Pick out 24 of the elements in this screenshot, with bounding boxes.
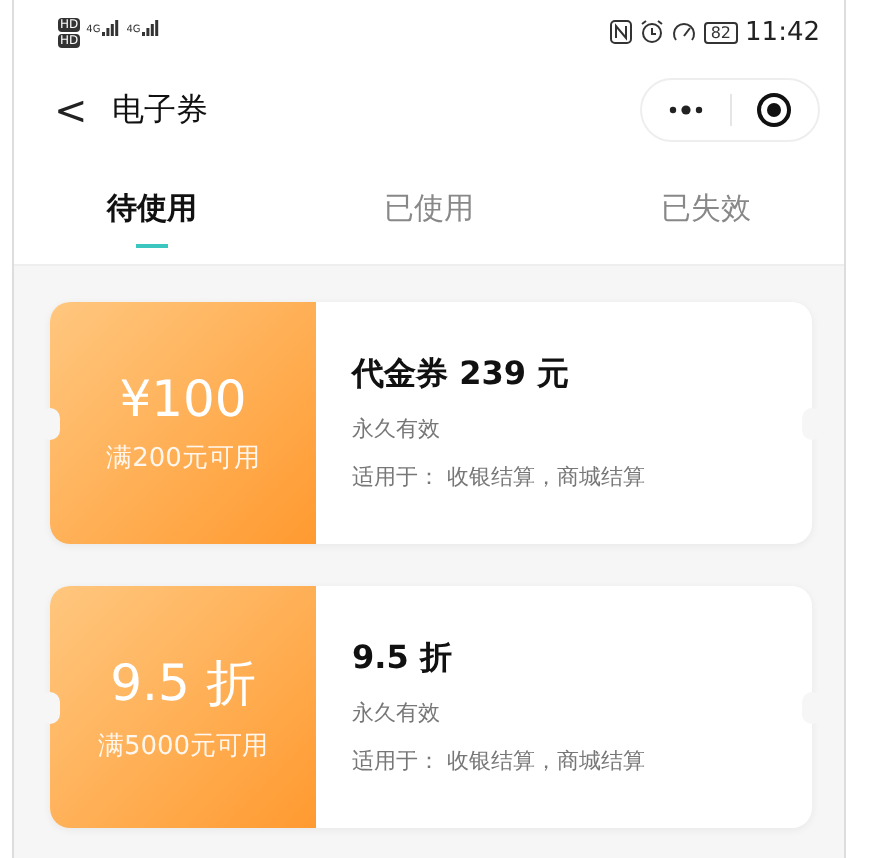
coupon-name: 代金券 239 元 [352,354,572,396]
coupon-validity: 永久有效 [352,414,442,444]
tab[interactable]: 已使用 [290,156,568,264]
target-icon [756,92,793,128]
coupon-scope: 适用于： 收银结算，商城结算 [352,746,647,776]
coupon-scope: 适用于： 收银结算，商城结算 [352,462,647,492]
more-icon [667,104,704,116]
tab[interactable]: 已失效 [567,156,844,264]
alarm-icon [640,20,665,44]
page-title: 电子券 [111,89,210,131]
battery-level: 82 [704,21,738,43]
coupon-condition: 满200元可用 [106,442,260,476]
clock-time: 11:42 [745,17,820,47]
coupon-condition: 满5000元可用 [97,730,269,764]
coupon-value: ¥100 [119,370,247,428]
signal-icon [142,17,161,35]
nfc-icon [610,20,633,44]
coupon-validity: 永久有效 [352,698,442,728]
back-button[interactable]: < [42,86,100,134]
tab[interactable]: 待使用 [14,156,291,264]
signal-icon [102,17,121,35]
speedometer-icon [672,20,697,44]
coupon-value: 9.5 折 [110,652,256,716]
coupon-name: 9.5 折 [352,638,454,680]
